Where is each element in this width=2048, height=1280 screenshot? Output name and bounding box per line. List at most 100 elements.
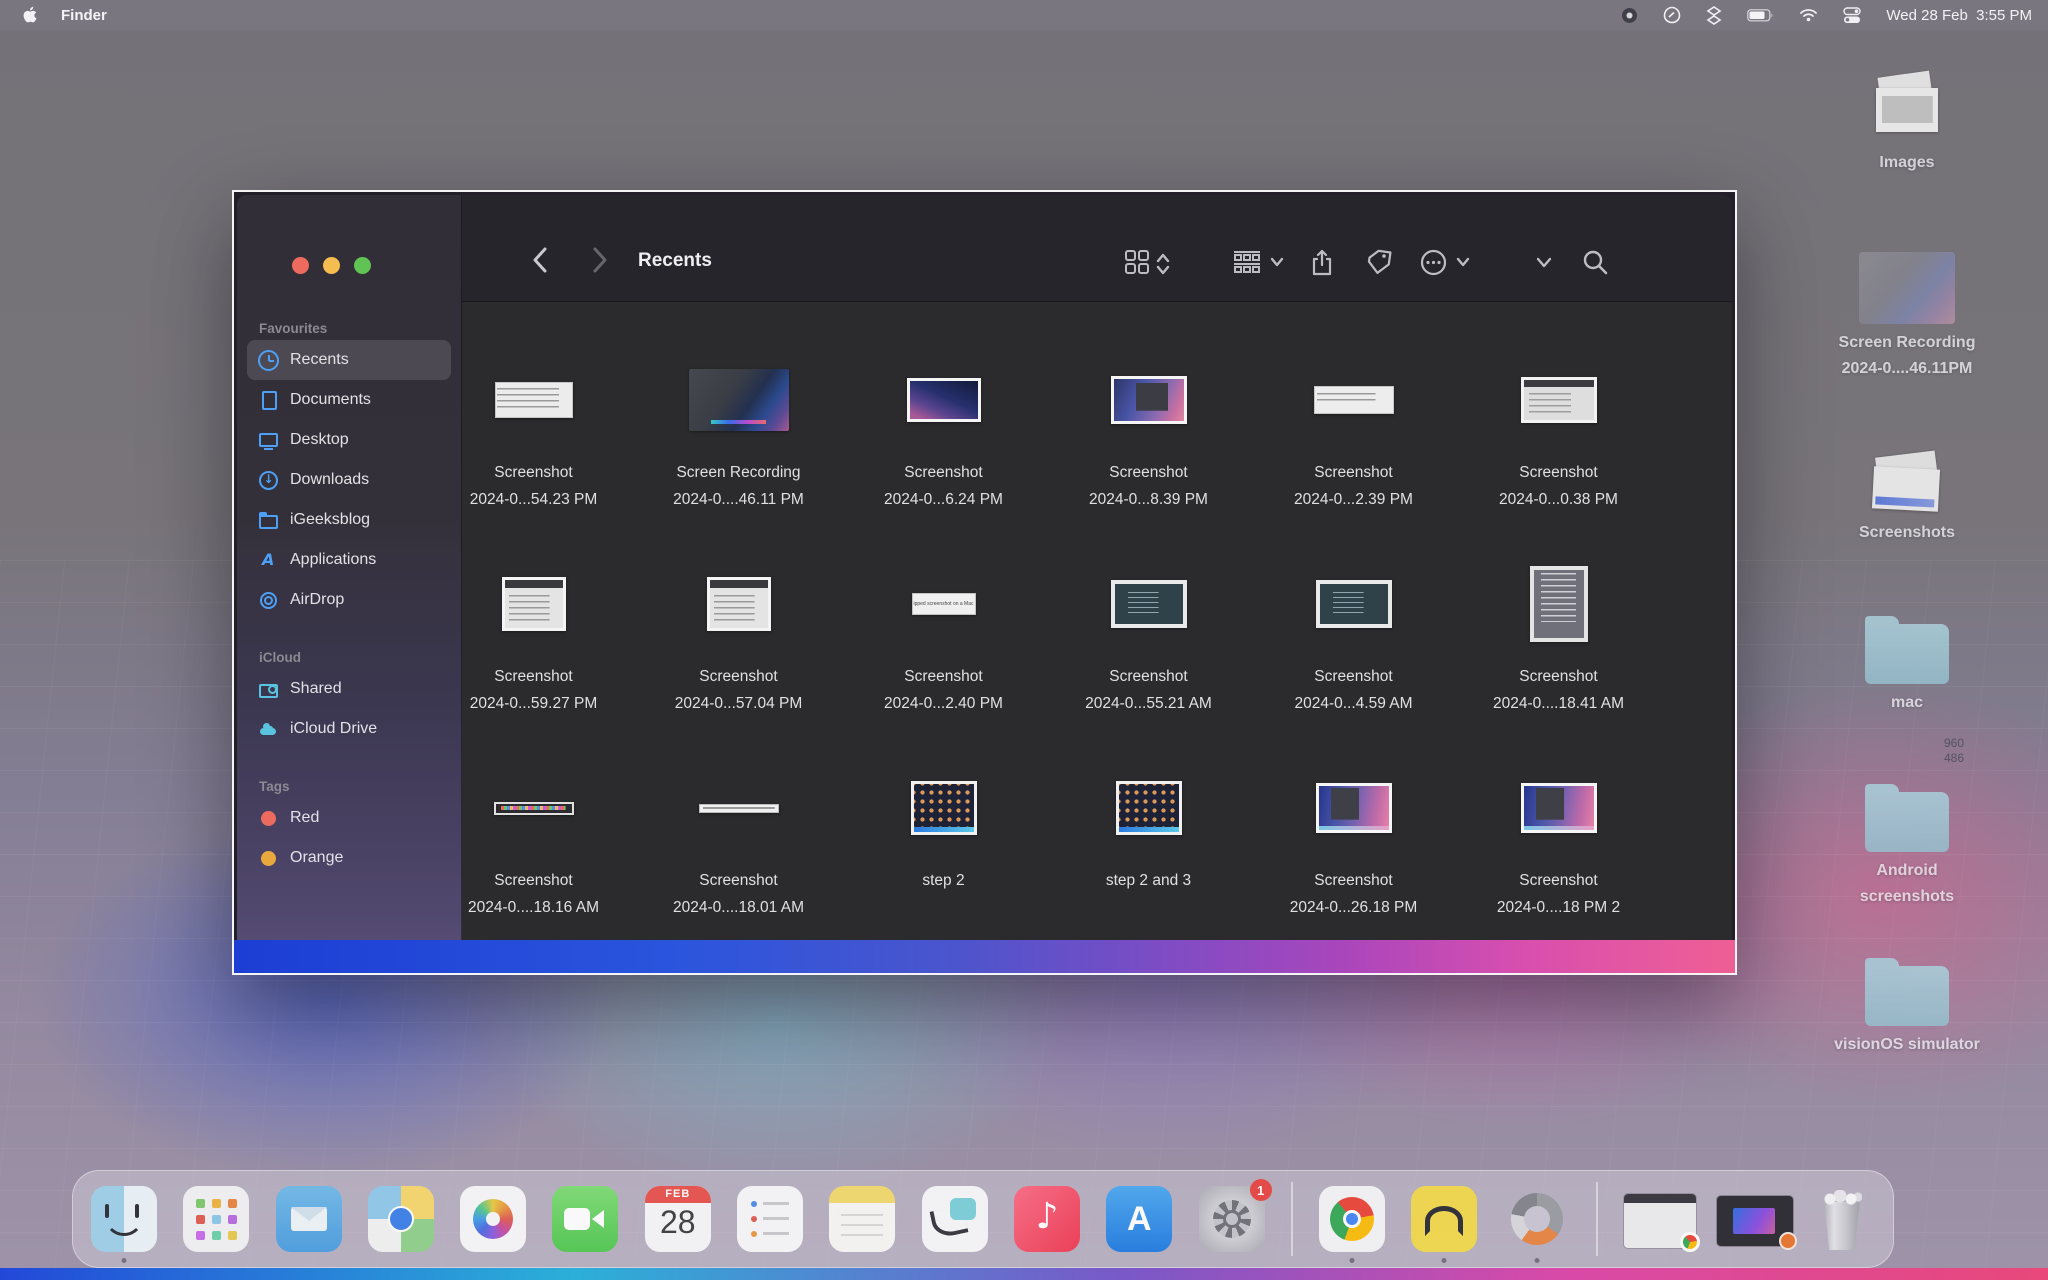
file-item[interactable]: Screenshot 2024-0....18.41 AM: [1456, 545, 1661, 749]
desktop-item-screen-recording[interactable]: Screen Recording 2024-0....46.11PM: [1827, 228, 1987, 382]
dock-item-calendar[interactable]: FEB 28: [645, 1186, 711, 1252]
file-item[interactable]: Screen Recording 2024-0....46.11 PM: [636, 341, 841, 545]
menu-item-finder[interactable]: Finder: [48, 7, 120, 24]
search-icon[interactable]: [1582, 249, 1609, 276]
desktop-item-android[interactable]: Android screenshots: [1827, 756, 1987, 910]
file-item[interactable]: ipped screenshot on a Mac Screenshot 202…: [841, 545, 1046, 749]
file-item[interactable]: step 2: [841, 749, 1046, 940]
file-item[interactable]: Screenshot 2024-0...8.39 PM: [1046, 341, 1251, 545]
dock-item-mail[interactable]: [276, 1186, 342, 1252]
file-thumbnail: [494, 802, 574, 815]
desktop-item-label2: 2024-0....46.11PM: [1827, 356, 1987, 382]
view-options-chevrons-icon[interactable]: [1156, 253, 1170, 275]
file-thumbnail: [699, 804, 779, 813]
file-item[interactable]: Screenshot 2024-0...55.21 AM: [1046, 545, 1251, 749]
file-item[interactable]: Screenshot 2024-0...57.04 PM: [636, 545, 841, 749]
close-button[interactable]: [292, 257, 309, 274]
sidebar-item-documents[interactable]: Documents: [247, 380, 451, 420]
more-options-chevron-icon[interactable]: [1456, 257, 1470, 267]
dock-item-chrome[interactable]: [1319, 1186, 1385, 1252]
file-item[interactable]: Screenshot 2024-0...6.24 PM: [841, 341, 1046, 545]
dock-icon: [552, 1186, 618, 1252]
dock-item-launchpad[interactable]: [183, 1186, 249, 1252]
more-options-icon[interactable]: [1420, 249, 1447, 276]
file-item[interactable]: Screenshot 2024-0....18.01 AM: [636, 749, 841, 940]
sidebar-item-igeeksblog[interactable]: iGeeksblog: [247, 500, 451, 540]
dock-item-app-store[interactable]: [1106, 1186, 1172, 1252]
file-name-line1: Screenshot: [1519, 663, 1597, 690]
sidebar-section: Tags Red Orange: [237, 779, 461, 878]
minimize-button[interactable]: [323, 257, 340, 274]
dock-item-trash[interactable]: [1809, 1186, 1875, 1252]
dock-item-ring-app[interactable]: [1504, 1186, 1570, 1252]
file-name-line2: 2024-0....46.11 PM: [673, 486, 804, 513]
desktop-item-visionos-simulator[interactable]: visionOS simulator: [1827, 930, 1987, 1058]
dock-item-facetime[interactable]: [552, 1186, 618, 1252]
file-item[interactable]: Screenshot 2024-0...4.59 AM: [1251, 545, 1456, 749]
file-name-line2: 2024-0...8.39 PM: [1089, 486, 1208, 513]
screen-recording-icon[interactable]: [1621, 7, 1638, 24]
stack-icon[interactable]: [1706, 6, 1722, 25]
sidebar-item-icloud-drive[interactable]: iCloud Drive: [247, 709, 451, 749]
file-item[interactable]: Screenshot 2024-0...26.18 PM: [1251, 749, 1456, 940]
dock-item-freeform[interactable]: [922, 1186, 988, 1252]
sidebar-item-orange[interactable]: Orange: [247, 838, 451, 878]
group-by-icon[interactable]: [1232, 249, 1262, 275]
desktop-item-screenshots[interactable]: Screenshots: [1827, 418, 1987, 546]
dock-item-system-settings[interactable]: 1: [1199, 1186, 1265, 1252]
dock-item-notes[interactable]: [829, 1186, 895, 1252]
file-item[interactable]: Screenshot 2024-0...2.39 PM: [1251, 341, 1456, 545]
file-name-line1: Screenshot: [699, 663, 777, 690]
sidebar-item-airdrop[interactable]: AirDrop: [247, 580, 451, 620]
control-center-icon[interactable]: [1843, 7, 1861, 24]
dock-item-basecamp[interactable]: [1411, 1186, 1477, 1252]
dock-item-photos[interactable]: [460, 1186, 526, 1252]
gauge-icon[interactable]: [1663, 6, 1681, 24]
file-name-line1: Screenshot: [494, 867, 572, 894]
sidebar-item-red[interactable]: Red: [247, 798, 451, 838]
share-icon[interactable]: [1310, 249, 1334, 277]
dock-item-reminders[interactable]: [737, 1186, 803, 1252]
file-item[interactable]: step 2 and 3: [1046, 749, 1251, 940]
file-name-line1: Screenshot: [1519, 867, 1597, 894]
dock-icon: [91, 1186, 157, 1252]
battery-icon[interactable]: [1747, 9, 1774, 22]
sidebar-item-label: Downloads: [290, 471, 369, 489]
file-name-line2: 2024-0....18.01 AM: [673, 894, 804, 921]
tags-icon[interactable]: [1366, 249, 1392, 275]
desktop-item-images[interactable]: Images: [1827, 48, 1987, 176]
dock-item-minimized-dark-window[interactable]: [1717, 1186, 1783, 1252]
desktop-item-mac[interactable]: mac: [1827, 588, 1987, 716]
dock-item-minimized-chrome-window[interactable]: [1624, 1186, 1690, 1252]
dock-item-music[interactable]: [1014, 1186, 1080, 1252]
group-by-chevron-icon[interactable]: [1270, 257, 1284, 267]
dock-item-finder[interactable]: [91, 1186, 157, 1252]
sidebar-item-desktop[interactable]: Desktop: [247, 420, 451, 460]
dock-icon: [1717, 1196, 1793, 1246]
apple-menu-icon[interactable]: [16, 6, 42, 24]
dock-icon: [460, 1186, 526, 1252]
forward-button[interactable]: [592, 247, 608, 278]
desktop-item-icon: [1865, 624, 1949, 684]
file-item[interactable]: Screenshot 2024-0...0.38 PM: [1456, 341, 1661, 545]
dock-icon: [1504, 1186, 1570, 1252]
file-item[interactable]: Screenshot 2024-0....18 PM 2: [1456, 749, 1661, 940]
file-thumbnail: [907, 378, 981, 422]
zoom-button[interactable]: [354, 257, 371, 274]
sidebar-item-applications[interactable]: Applications: [247, 540, 451, 580]
sidebar-item-label: Shared: [290, 680, 342, 698]
back-button[interactable]: [532, 247, 548, 278]
grid-view-icon[interactable]: [1124, 249, 1150, 275]
sidebar-item-shared[interactable]: Shared: [247, 669, 451, 709]
file-name-line2: 2024-0....18 PM 2: [1497, 894, 1620, 921]
wifi-icon[interactable]: [1799, 8, 1818, 22]
dock-icon: [276, 1186, 342, 1252]
file-thumbnail: [1111, 580, 1187, 628]
file-thumbnail: [1316, 580, 1392, 628]
file-name-line1: Screenshot: [699, 867, 777, 894]
collapse-toolbar-chevron-icon[interactable]: [1536, 257, 1552, 268]
sidebar-item-recents[interactable]: Recents: [247, 340, 451, 380]
dock-item-maps[interactable]: [368, 1186, 434, 1252]
menu-bar-clock[interactable]: Wed 28 Feb 3:55 PM: [1886, 7, 2032, 24]
sidebar-item-downloads[interactable]: Downloads: [247, 460, 451, 500]
